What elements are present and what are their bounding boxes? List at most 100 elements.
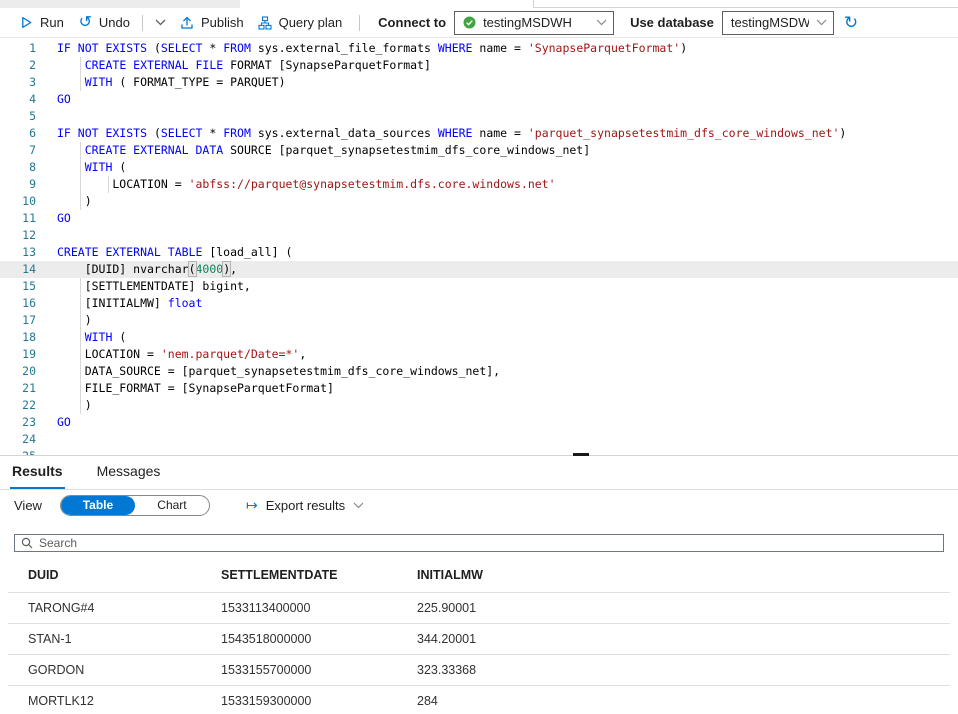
line-number: 22 (0, 397, 36, 414)
table-row[interactable]: TARONG#41533113400000225.90001 (8, 593, 950, 624)
refresh-icon: ↻ (844, 13, 858, 32)
tab-strip-inactive-area (0, 0, 240, 8)
code-text: DATA_SOURCE = [parquet_synapsetestmim_df… (57, 363, 500, 380)
table-row[interactable]: GORDON1533155700000323.33368 (8, 655, 950, 686)
query-plan-button[interactable]: Query plan (251, 10, 350, 36)
code-line[interactable]: 6IF NOT EXISTS (SELECT * FROM sys.extern… (0, 125, 958, 142)
panel-resize-handle[interactable] (573, 453, 589, 456)
export-icon: ↦ (246, 497, 258, 514)
tab-messages[interactable]: Messages (95, 457, 163, 489)
connect-to-value: testingMSDWH (483, 15, 589, 30)
line-number: 6 (0, 125, 36, 142)
code-line[interactable]: 15 [SETTLEMENTDATE] bigint, (0, 278, 958, 295)
search-icon (21, 537, 33, 549)
chevron-down-icon (816, 19, 827, 26)
view-label: View (14, 498, 42, 513)
code-line[interactable]: 5 (0, 108, 958, 125)
code-text: IF NOT EXISTS (SELECT * FROM sys.externa… (57, 40, 687, 57)
code-line[interactable]: 2 CREATE EXTERNAL FILE FORMAT [SynapsePa… (0, 57, 958, 74)
connect-to-dropdown[interactable]: testingMSDWH (454, 11, 614, 35)
results-table: DUIDSETTLEMENTDATEINITIALMW TARONG#41533… (8, 554, 950, 714)
toolbar-separator (142, 15, 143, 31)
code-line[interactable]: 14 [DUID] nvarchar(4000), (0, 261, 958, 278)
code-line[interactable]: 11GO (0, 210, 958, 227)
code-line[interactable]: 13CREATE EXTERNAL TABLE [load_all] ( (0, 244, 958, 261)
code-line[interactable]: 10 ) (0, 193, 958, 210)
results-panel: Results Messages View Table Chart ↦ Expo… (0, 456, 958, 714)
column-header[interactable]: DUID (8, 554, 221, 593)
table-header-row: DUIDSETTLEMENTDATEINITIALMW (8, 554, 950, 593)
table-cell: MORTLK12 (8, 686, 221, 714)
search-input[interactable] (39, 536, 937, 550)
line-number: 12 (0, 227, 36, 244)
panel-divider (0, 455, 958, 456)
code-line[interactable]: 24 (0, 431, 958, 448)
code-text: GO (57, 210, 71, 227)
line-number: 9 (0, 176, 36, 193)
undo-label: Undo (99, 15, 130, 30)
line-number: 2 (0, 57, 36, 74)
query-plan-label: Query plan (279, 15, 343, 30)
code-text: [DUID] nvarchar(4000), (57, 261, 237, 278)
view-chart-button[interactable]: Chart (135, 496, 209, 515)
code-line[interactable]: 7 CREATE EXTERNAL DATA SOURCE [parquet_s… (0, 142, 958, 159)
use-database-dropdown[interactable]: testingMSDWH (722, 11, 834, 35)
tab-results[interactable]: Results (10, 457, 65, 489)
line-number: 24 (0, 431, 36, 448)
chevron-down-icon (153, 15, 168, 30)
table-cell: 344.20001 (417, 624, 950, 655)
refresh-button[interactable]: ↻ (844, 13, 858, 33)
search-box (14, 534, 944, 552)
column-header[interactable]: SETTLEMENTDATE (221, 554, 417, 593)
editor-lines: 1 IF NOT EXISTS (SELECT * FROM sys.extern… (0, 40, 958, 455)
code-line[interactable]: 18 WITH ( (0, 329, 958, 346)
line-number: 15 (0, 278, 36, 295)
code-line[interactable]: 19 LOCATION = 'nem.parquet/Date=*', (0, 346, 958, 363)
table-cell: 1533155700000 (221, 655, 417, 686)
code-line[interactable]: 17 ) (0, 312, 958, 329)
results-tab-bar: Results Messages (0, 456, 958, 490)
toolbar: Run ↺ Undo Publish Query (0, 8, 958, 38)
code-editor[interactable]: 1 IF NOT EXISTS (SELECT * FROM sys.extern… (0, 38, 958, 455)
code-line[interactable]: 4GO (0, 91, 958, 108)
code-text: [SETTLEMENTDATE] bigint, (57, 278, 251, 295)
publish-button[interactable]: Publish (173, 10, 251, 36)
code-line[interactable]: 23GO (0, 414, 958, 431)
column-header[interactable]: INITIALMW (417, 554, 950, 593)
code-text: LOCATION = 'nem.parquet/Date=*', (57, 346, 306, 363)
undo-button[interactable]: ↺ Undo (71, 10, 137, 36)
code-line[interactable]: 21 FILE_FORMAT = [SynapseParquetFormat] (0, 380, 958, 397)
run-label: Run (40, 15, 64, 30)
code-text: [INITIALMW] float (57, 295, 202, 312)
code-line[interactable]: 22 ) (0, 397, 958, 414)
chevron-down-icon (596, 19, 607, 26)
undo-dropdown-button[interactable] (148, 10, 173, 36)
line-number: 3 (0, 74, 36, 91)
view-toggle: Table Chart (60, 495, 210, 516)
code-text: ) (57, 312, 92, 329)
table-row[interactable]: STAN-11543518000000344.20001 (8, 624, 950, 655)
line-number: 1 (0, 40, 36, 57)
line-number: 23 (0, 414, 36, 431)
line-number: 7 (0, 142, 36, 159)
code-text: CREATE EXTERNAL FILE FORMAT [SynapseParq… (57, 57, 431, 74)
code-line[interactable]: 16 [INITIALMW] float (0, 295, 958, 312)
line-number: 17 (0, 312, 36, 329)
code-line[interactable]: 12 (0, 227, 958, 244)
chevron-down-icon (353, 502, 364, 509)
code-line[interactable]: 3 WITH ( FORMAT_TYPE = PARQUET) (0, 74, 958, 91)
code-text: WITH ( FORMAT_TYPE = PARQUET) (57, 74, 286, 91)
code-text: WITH ( (57, 159, 126, 176)
code-line[interactable]: 9 LOCATION = 'abfss://parquet@synapsetes… (0, 176, 958, 193)
run-button[interactable]: Run (12, 10, 71, 36)
table-row[interactable]: MORTLK121533159300000284 (8, 686, 950, 714)
export-results-button[interactable]: ↦ Export results (246, 497, 364, 514)
code-line[interactable]: 25 (0, 448, 958, 455)
code-line[interactable]: 20 DATA_SOURCE = [parquet_synapsetestmim… (0, 363, 958, 380)
view-table-button[interactable]: Table (61, 496, 135, 515)
code-text: ) (57, 397, 92, 414)
code-text: FILE_FORMAT = [SynapseParquetFormat] (57, 380, 334, 397)
table-cell: 1543518000000 (221, 624, 417, 655)
code-line[interactable]: 1 IF NOT EXISTS (SELECT * FROM sys.extern… (0, 40, 958, 57)
code-line[interactable]: 8 WITH ( (0, 159, 958, 176)
